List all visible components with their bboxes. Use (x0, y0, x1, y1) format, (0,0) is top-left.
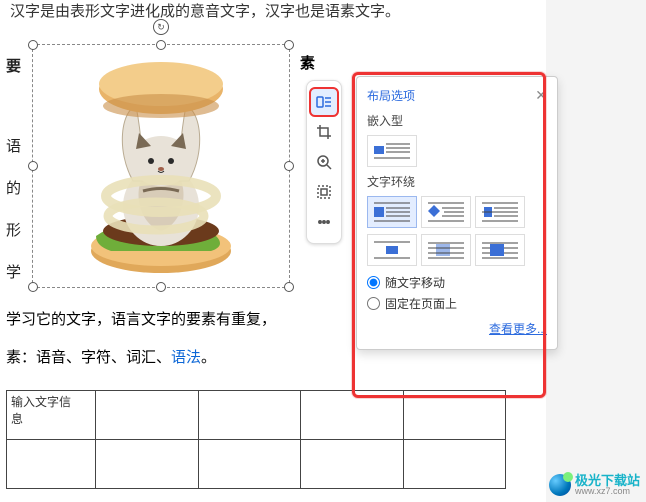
watermark: 极光下载站 www.xz7.com (549, 474, 640, 496)
image-toolbar (306, 80, 342, 244)
more-icon (316, 214, 332, 230)
resize-handle-tl[interactable] (28, 40, 38, 50)
resize-handle-mr[interactable] (284, 161, 294, 171)
select-button[interactable] (311, 179, 337, 205)
close-icon[interactable]: ✕ (535, 87, 547, 104)
wrap-tight-option[interactable] (421, 196, 471, 228)
table-cell[interactable] (198, 440, 301, 489)
char-xing: 形 (6, 214, 21, 248)
table-cell[interactable] (301, 440, 404, 489)
cell-text: 息 (11, 412, 23, 426)
table-cell[interactable] (96, 391, 199, 440)
table-cell[interactable] (198, 391, 301, 440)
document-page: 汉字是由表形文字进化成的意音文字，汉字也是语素文字。 要 语 的 形 学 素 ↻ (0, 0, 526, 502)
wrap-tight-icon (426, 201, 466, 223)
list-prefix: 素：语音、字符、词汇、 (6, 349, 171, 366)
resize-handle-ml[interactable] (28, 161, 38, 171)
wrap-square-icon (372, 201, 412, 223)
radio-move-label: 随文字移动 (385, 274, 445, 291)
radio-move-with-text[interactable]: 随文字移动 (367, 274, 547, 291)
watermark-logo-icon (549, 474, 571, 496)
table-row: 输入文字信 息 (7, 391, 506, 440)
wrap-behind-option[interactable] (421, 234, 471, 266)
image-selection[interactable]: ↻ (32, 44, 290, 288)
wrap-through-icon (480, 201, 520, 223)
resize-handle-br[interactable] (284, 282, 294, 292)
see-more-row: 查看更多... (367, 320, 547, 337)
wrap-front-icon (480, 239, 520, 261)
wrap-behind-icon (426, 239, 466, 261)
document-table[interactable]: 输入文字信 息 (6, 390, 506, 489)
table-cell[interactable] (403, 391, 506, 440)
more-button[interactable] (311, 209, 337, 235)
rotate-handle-icon[interactable]: ↻ (153, 19, 169, 35)
char-de: 的 (6, 172, 21, 206)
radio-fixed-input[interactable] (367, 297, 380, 310)
layout-options-icon (316, 94, 332, 110)
paragraph-top: 汉字是由表形文字进化成的意音文字，汉字也是语素文字。 (10, 0, 400, 21)
wrap-options-grid (367, 196, 547, 266)
paragraph-line: 学习它的文字，语言文字的要素有重复， (6, 308, 276, 329)
cell-text: 输入文字信 (11, 395, 71, 409)
resize-handle-bm[interactable] (156, 282, 166, 292)
crop-icon (316, 124, 332, 140)
table-row (7, 440, 506, 489)
grammar-link[interactable]: 语法 (171, 349, 201, 366)
wrap-inline-option[interactable] (367, 135, 417, 167)
inserted-image[interactable] (61, 51, 261, 281)
table-cell[interactable] (96, 440, 199, 489)
table-cell[interactable] (301, 391, 404, 440)
radio-move-input[interactable] (367, 276, 380, 289)
resize-handle-tm[interactable] (156, 40, 166, 50)
table-cell[interactable]: 输入文字信 息 (7, 391, 96, 440)
layout-options-button[interactable] (311, 89, 337, 115)
list-suffix: 。 (201, 349, 216, 366)
popup-title: 布局选项 (367, 87, 415, 104)
zoom-icon (316, 154, 332, 170)
list-line: 素：语音、字符、词汇、语法。 (6, 346, 216, 367)
char-yu: 语 (6, 130, 21, 164)
see-more-link[interactable]: 查看更多... (489, 322, 547, 336)
char-yao: 要 (6, 50, 21, 84)
left-characters: 要 语 的 形 学 (6, 50, 21, 298)
table-cell[interactable] (403, 440, 506, 489)
wrap-inline-icon (372, 140, 412, 162)
zoom-button[interactable] (311, 149, 337, 175)
radio-fixed-label: 固定在页面上 (385, 295, 457, 312)
wrap-topbottom-icon (372, 239, 412, 261)
section-wrap-label: 文字环绕 (367, 173, 547, 190)
app-sidebar-bg (546, 0, 646, 502)
wrap-through-option[interactable] (475, 196, 525, 228)
resize-handle-bl[interactable] (28, 282, 38, 292)
radio-fixed-position[interactable]: 固定在页面上 (367, 295, 547, 312)
section-inline-label: 嵌入型 (367, 112, 547, 129)
char-suo: 素 (300, 52, 315, 73)
crop-button[interactable] (311, 119, 337, 145)
layout-options-popup: 布局选项 ✕ 嵌入型 文字环绕 (356, 76, 558, 350)
wrap-topbottom-option[interactable] (367, 234, 417, 266)
resize-handle-tr[interactable] (284, 40, 294, 50)
char-xue: 学 (6, 256, 21, 290)
table-cell[interactable] (7, 440, 96, 489)
select-icon (316, 184, 332, 200)
watermark-url: www.xz7.com (575, 487, 640, 496)
wrap-square-option[interactable] (367, 196, 417, 228)
wrap-front-option[interactable] (475, 234, 525, 266)
